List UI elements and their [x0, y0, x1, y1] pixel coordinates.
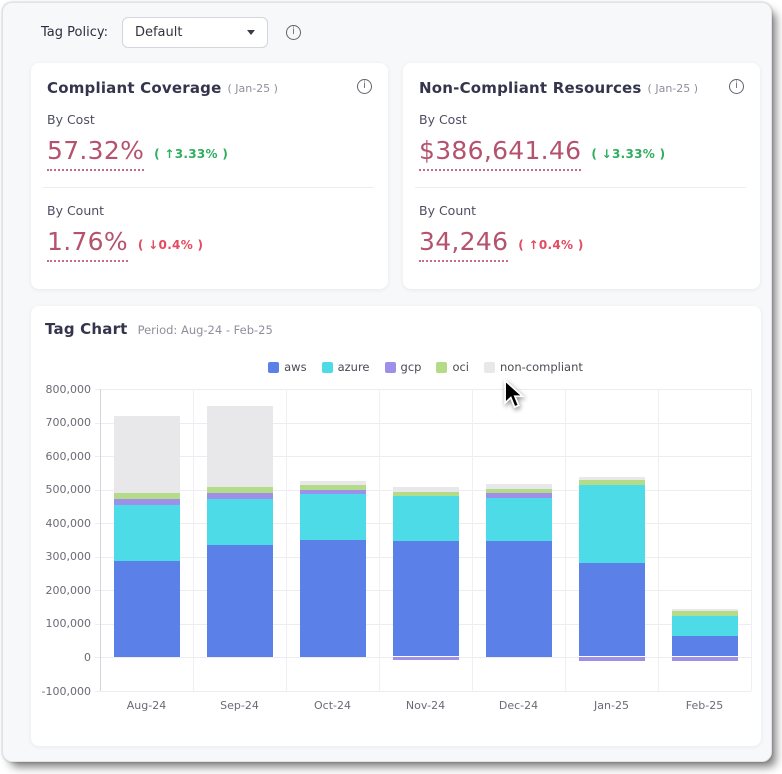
- y-axis-label: 400,000: [31, 517, 91, 530]
- chart-bar-segment[interactable]: [114, 493, 180, 499]
- chart-bar-segment[interactable]: [672, 636, 738, 657]
- gridline: [565, 389, 566, 691]
- tag-policy-dropdown-value: Default: [135, 25, 247, 40]
- x-axis-label: Jan-25: [565, 699, 658, 712]
- chart-bar-segment[interactable]: [207, 499, 273, 545]
- tag-policy-toolbar: Tag Policy: Default i: [41, 17, 301, 48]
- gridline: [472, 389, 473, 691]
- chart-bar-segment[interactable]: [393, 492, 459, 496]
- metric-label-by-count: By Count: [47, 203, 372, 218]
- metric-value-by-count[interactable]: 1.76%: [47, 227, 128, 262]
- chart-bar-segment[interactable]: [393, 487, 459, 491]
- chart-bar-segment[interactable]: [393, 541, 459, 658]
- divider: [415, 187, 746, 188]
- compliant-coverage-card: Compliant Coverage ( Jan-25 ) i By Cost …: [31, 63, 388, 289]
- metric-label-by-count: By Count: [419, 203, 744, 218]
- chart-bar-segment[interactable]: [393, 496, 459, 541]
- dashboard-panel: Tag Policy: Default i Compliant Coverage…: [2, 2, 772, 762]
- metric-value-by-cost[interactable]: 57.32%: [47, 136, 144, 171]
- metric-row: 57.32% ( ↑3.33% ): [47, 136, 372, 171]
- info-icon[interactable]: i: [286, 25, 301, 40]
- kpi-cards-row: Compliant Coverage ( Jan-25 ) i By Cost …: [31, 63, 761, 289]
- chart-bar-segment[interactable]: [114, 499, 180, 506]
- y-axis-label: -100,000: [31, 685, 91, 698]
- tag-chart-card: Tag Chart Period: Aug-24 - Feb-25 awsazu…: [31, 306, 761, 746]
- tag-policy-label: Tag Policy:: [41, 25, 108, 40]
- y-axis-line: [100, 389, 101, 691]
- y-axis-label: 300,000: [31, 550, 91, 563]
- chart-bar-segment[interactable]: [486, 541, 552, 658]
- chart-bar-segment[interactable]: [672, 616, 738, 636]
- chart-bar-segment[interactable]: [114, 561, 180, 658]
- chart-bar-segment[interactable]: [486, 498, 552, 541]
- card-period: ( Jan-25 ): [648, 82, 699, 95]
- chart-bar-segment[interactable]: [300, 540, 366, 657]
- x-axis-label: Sep-24: [193, 699, 286, 712]
- chart-bar-segment[interactable]: [486, 489, 552, 493]
- metric-label-by-cost: By Cost: [47, 112, 372, 127]
- gridline: [286, 389, 287, 691]
- chart-bar-segment[interactable]: [579, 485, 645, 563]
- card-header: Non-Compliant Resources ( Jan-25 ) i: [419, 79, 744, 97]
- chart-bar-segment[interactable]: [579, 657, 645, 661]
- y-axis-label: 700,000: [31, 416, 91, 429]
- chart-bar-segment[interactable]: [486, 484, 552, 489]
- gridline: [193, 389, 194, 691]
- chart-bar-segment[interactable]: [672, 657, 738, 660]
- card-header: Compliant Coverage ( Jan-25 ) i: [47, 79, 372, 97]
- chart-bar-segment[interactable]: [393, 657, 459, 660]
- chart-bar-segment[interactable]: [207, 406, 273, 487]
- chevron-down-icon: [247, 30, 255, 35]
- gridline: [751, 389, 752, 691]
- y-axis-label: 0: [31, 651, 91, 664]
- chart-bar-segment[interactable]: [300, 485, 366, 490]
- chart-bar-segment[interactable]: [300, 490, 366, 494]
- chart-bar-segment[interactable]: [486, 493, 552, 498]
- chart-bar-segment[interactable]: [579, 563, 645, 657]
- card-title: Non-Compliant Resources: [419, 79, 642, 97]
- metric-row: $386,641.46 ( ↓3.33% ): [419, 136, 744, 171]
- chart-bar-segment[interactable]: [207, 487, 273, 493]
- chart-bar-segment[interactable]: [300, 494, 366, 540]
- stacked-bar-chart: 800,000 700,000 600,000 500,000 400,000 300,0…: [31, 306, 761, 746]
- info-icon[interactable]: i: [729, 79, 744, 94]
- chart-bar-segment[interactable]: [672, 609, 738, 611]
- metric-change: ( ↑3.33% ): [154, 147, 228, 161]
- x-axis-label: Dec-24: [472, 699, 565, 712]
- metric-value-by-count[interactable]: 34,246: [419, 227, 508, 262]
- card-title: Compliant Coverage: [47, 79, 221, 97]
- gridline: [379, 389, 380, 691]
- chart-bar-segment[interactable]: [300, 481, 366, 484]
- non-compliant-resources-card: Non-Compliant Resources ( Jan-25 ) i By …: [403, 63, 760, 289]
- x-axis-label: Aug-24: [100, 699, 193, 712]
- x-axis-label: Nov-24: [379, 699, 472, 712]
- chart-bar-segment[interactable]: [114, 505, 180, 560]
- y-axis-label: 100,000: [31, 617, 91, 630]
- y-axis-label: 500,000: [31, 483, 91, 496]
- metric-change: ( ↑0.4% ): [518, 238, 583, 252]
- y-axis-label: 800,000: [31, 383, 91, 396]
- divider: [43, 187, 374, 188]
- x-axis-label: Oct-24: [286, 699, 379, 712]
- x-axis-label: Feb-25: [658, 699, 751, 712]
- y-axis-label: 600,000: [31, 450, 91, 463]
- chart-bar-segment[interactable]: [207, 545, 273, 657]
- metric-row: 34,246 ( ↑0.4% ): [419, 227, 744, 262]
- gridline: [658, 389, 659, 691]
- y-axis-label: 200,000: [31, 584, 91, 597]
- metric-change: ( ↓3.33% ): [591, 147, 665, 161]
- chart-bar-segment[interactable]: [207, 493, 273, 499]
- card-period: ( Jan-25 ): [227, 82, 278, 95]
- chart-bar-segment[interactable]: [579, 480, 645, 485]
- tag-policy-dropdown[interactable]: Default: [122, 17, 268, 48]
- metric-label-by-cost: By Cost: [419, 112, 744, 127]
- chart-bar-segment[interactable]: [579, 477, 645, 480]
- metric-change: ( ↓0.4% ): [138, 238, 203, 252]
- chart-bar-segment[interactable]: [114, 416, 180, 493]
- metric-row: 1.76% ( ↓0.4% ): [47, 227, 372, 262]
- chart-bar-segment[interactable]: [672, 611, 738, 616]
- gridline: [95, 691, 751, 692]
- info-icon[interactable]: i: [357, 79, 372, 94]
- metric-value-by-cost[interactable]: $386,641.46: [419, 136, 581, 171]
